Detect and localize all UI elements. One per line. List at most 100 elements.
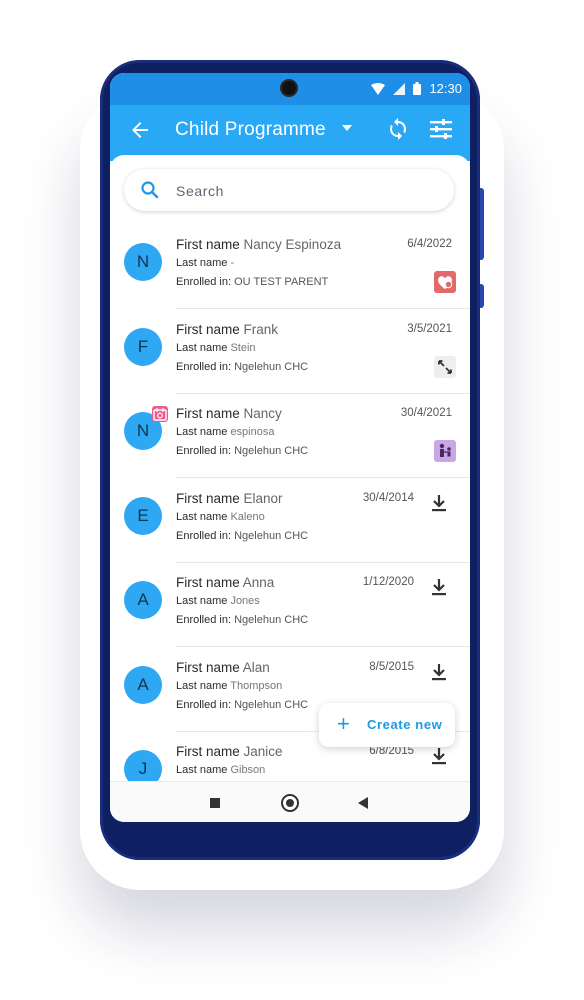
- family-icon: [434, 440, 456, 462]
- list-item[interactable]: F First name Frank Last name Stein Enrolled…: [110, 310, 470, 394]
- last-name-value: Kaleno: [230, 510, 265, 523]
- last-name: Last name -: [176, 257, 234, 269]
- enrolled-in-value: Ngelehun CHC: [234, 445, 309, 457]
- clock: 12:30: [429, 81, 462, 96]
- first-name-label: First name: [176, 744, 240, 759]
- download-icon[interactable]: [430, 493, 448, 513]
- enrolled-in-label: Enrolled in:: [176, 698, 232, 711]
- first-name-value: Alan: [242, 659, 270, 675]
- last-name-value: espinosa: [230, 426, 275, 438]
- download-icon[interactable]: [430, 577, 448, 597]
- filter-icon[interactable]: [428, 117, 454, 141]
- create-new-label: Create new: [367, 717, 443, 732]
- first-name-label: First name: [176, 321, 240, 337]
- last-name-label: Last name: [176, 257, 228, 269]
- last-name-label: Last name: [176, 595, 228, 607]
- first-name-value: Elanor: [243, 490, 283, 506]
- search-input[interactable]: [174, 179, 438, 203]
- first-name: First name Alan: [176, 660, 270, 675]
- create-new-button[interactable]: + Create new: [319, 703, 455, 747]
- search-icon: [141, 181, 159, 199]
- enrolled-in-label: Enrolled in:: [176, 360, 232, 373]
- enrolled-in-value: Ngelehun CHC: [234, 614, 309, 626]
- first-name-value: Anna: [242, 575, 275, 590]
- status-icons: 12:30: [371, 81, 462, 96]
- content-panel: N First name Nancy Espinoza Last name - Enr…: [110, 155, 470, 785]
- android-nav-bar: [110, 781, 470, 822]
- expand-arrows-icon: [434, 355, 456, 378]
- avatar: N: [124, 243, 162, 281]
- enrollment-date: 30/4/2021: [400, 407, 452, 419]
- first-name-label: First name: [176, 659, 240, 675]
- enrolled-in: Enrolled in: Ngelehun CHC: [176, 361, 308, 373]
- enrollment-date: 3/5/2021: [407, 322, 452, 335]
- enrolled-in: Enrolled in: OU TEST PARENT: [176, 276, 328, 288]
- enrollment-date: 8/5/2015: [369, 660, 414, 673]
- enrolled-in: Enrolled in: Ngelehun CHC: [176, 445, 308, 457]
- last-name-label: Last name: [176, 510, 228, 523]
- last-name: Last name Kaleno: [176, 511, 265, 523]
- last-name-value: Stein: [230, 341, 256, 354]
- enrolled-in-value: Ngelehun CHC: [234, 529, 309, 542]
- search-bar[interactable]: [124, 169, 454, 211]
- avatar: A: [124, 581, 162, 619]
- front-camera: [282, 81, 296, 95]
- enrolled-in-label: Enrolled in:: [176, 276, 232, 288]
- first-name-label: First name: [176, 490, 240, 506]
- plus-icon: +: [337, 711, 350, 736]
- list-item[interactable]: N First name Nancy Last name espinosa Enrol…: [110, 394, 470, 478]
- program-title[interactable]: Child Programme: [175, 119, 326, 141]
- wifi-icon: [371, 82, 386, 95]
- first-name: First name Anna: [176, 575, 274, 590]
- enrollment-date: 6/4/2022: [407, 238, 452, 250]
- first-name: First name Nancy: [176, 406, 282, 421]
- volume-button: [480, 188, 484, 260]
- avatar: F: [124, 327, 162, 366]
- avatar: E: [124, 496, 162, 535]
- enrolled-in-value: OU TEST PARENT: [234, 276, 329, 288]
- enrolled-in: Enrolled in: Ngelehun CHC: [176, 699, 308, 711]
- first-name-value: Nancy: [243, 406, 282, 421]
- phone-screen: 12:30 Child Programme N First name Nancy …: [110, 73, 470, 822]
- first-name-label: First name: [176, 237, 240, 252]
- enrolled-in-label: Enrolled in:: [176, 529, 232, 542]
- last-name: Last name Jones: [176, 595, 260, 607]
- first-name: First name Janice: [176, 744, 283, 759]
- first-name: First name Frank: [176, 322, 278, 337]
- enrolled-in-value: Ngelehun CHC: [234, 698, 309, 711]
- home-icon[interactable]: [281, 794, 299, 812]
- enrolled-in-label: Enrolled in:: [176, 445, 232, 457]
- last-name-label: Last name: [176, 679, 228, 692]
- first-name-value: Janice: [243, 744, 283, 759]
- signal-icon: [393, 82, 406, 95]
- last-name-value: Gibson: [230, 764, 266, 776]
- last-name-label: Last name: [176, 764, 228, 776]
- last-name: Last name espinosa: [176, 426, 274, 438]
- last-name-value: -: [230, 257, 235, 269]
- first-name-label: First name: [176, 575, 240, 590]
- calendar-alert-icon: [152, 406, 168, 422]
- list-item[interactable]: A First name Anna Last name Jones Enrolled …: [110, 563, 470, 647]
- status-bar: 12:30: [110, 73, 470, 105]
- recent-apps-icon[interactable]: [210, 798, 220, 808]
- dropdown-icon[interactable]: [342, 125, 352, 131]
- last-name-label: Last name: [176, 426, 228, 438]
- last-name: Last name Stein: [176, 342, 256, 354]
- back-arrow-icon[interactable]: [128, 118, 152, 142]
- first-name-value: Nancy Espinoza: [243, 237, 342, 252]
- first-name-value: Frank: [243, 321, 279, 337]
- last-name: Last name Thompson: [176, 680, 282, 692]
- last-name-label: Last name: [176, 341, 228, 354]
- enrolled-in-label: Enrolled in:: [176, 614, 232, 626]
- download-icon[interactable]: [430, 746, 448, 766]
- list-item[interactable]: E First name Elanor Last name Kaleno Enroll…: [110, 479, 470, 563]
- sync-icon[interactable]: [386, 117, 410, 141]
- last-name: Last name Gibson: [176, 764, 265, 776]
- avatar: J: [124, 750, 162, 785]
- enrolled-in: Enrolled in: Ngelehun CHC: [176, 614, 308, 626]
- nav-back-icon[interactable]: [358, 797, 368, 809]
- first-name: First name Nancy Espinoza: [176, 237, 341, 252]
- enrollment-date: 1/12/2020: [362, 576, 414, 588]
- download-icon[interactable]: [430, 662, 448, 682]
- list-item[interactable]: N First name Nancy Espinoza Last name - Enr…: [110, 225, 470, 309]
